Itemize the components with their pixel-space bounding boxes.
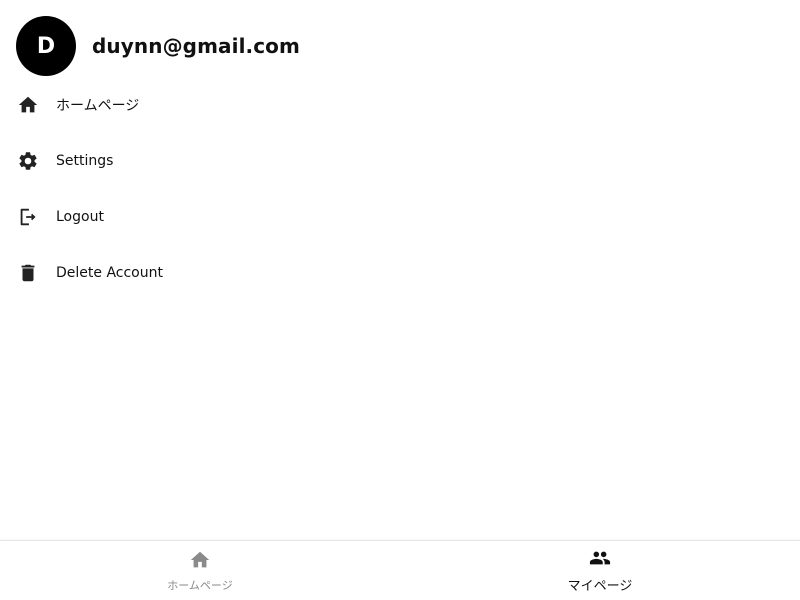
menu-item-label: Settings [56, 153, 114, 169]
menu-item-homepage[interactable]: ホームページ [0, 77, 800, 133]
avatar: D [16, 16, 76, 76]
tab-label: ホームページ [167, 578, 233, 592]
user-email: duynn@gmail.com [92, 34, 300, 58]
menu-item-label: Delete Account [56, 265, 163, 281]
logout-icon [17, 206, 39, 228]
tab-homepage[interactable]: ホームページ [0, 541, 400, 600]
bottom-navigation: ホームページ マイページ [0, 540, 800, 600]
menu-item-label: Logout [56, 209, 104, 225]
home-icon [189, 549, 211, 575]
my-page-screen: D duynn@gmail.com ホームページ Settings Logout [0, 0, 800, 600]
people-icon [589, 547, 611, 573]
menu-item-settings[interactable]: Settings [0, 133, 800, 189]
home-icon [17, 94, 39, 116]
menu-item-logout[interactable]: Logout [0, 189, 800, 245]
tab-my-page[interactable]: マイページ [400, 541, 800, 600]
profile-header: D duynn@gmail.com [16, 16, 300, 76]
menu-item-delete-account[interactable]: Delete Account [0, 245, 800, 301]
account-menu: ホームページ Settings Logout Delete Account [0, 77, 800, 301]
gear-icon [17, 150, 39, 172]
tab-label: マイページ [567, 579, 633, 594]
trash-icon [17, 262, 39, 284]
menu-item-label: ホームページ [56, 98, 140, 114]
